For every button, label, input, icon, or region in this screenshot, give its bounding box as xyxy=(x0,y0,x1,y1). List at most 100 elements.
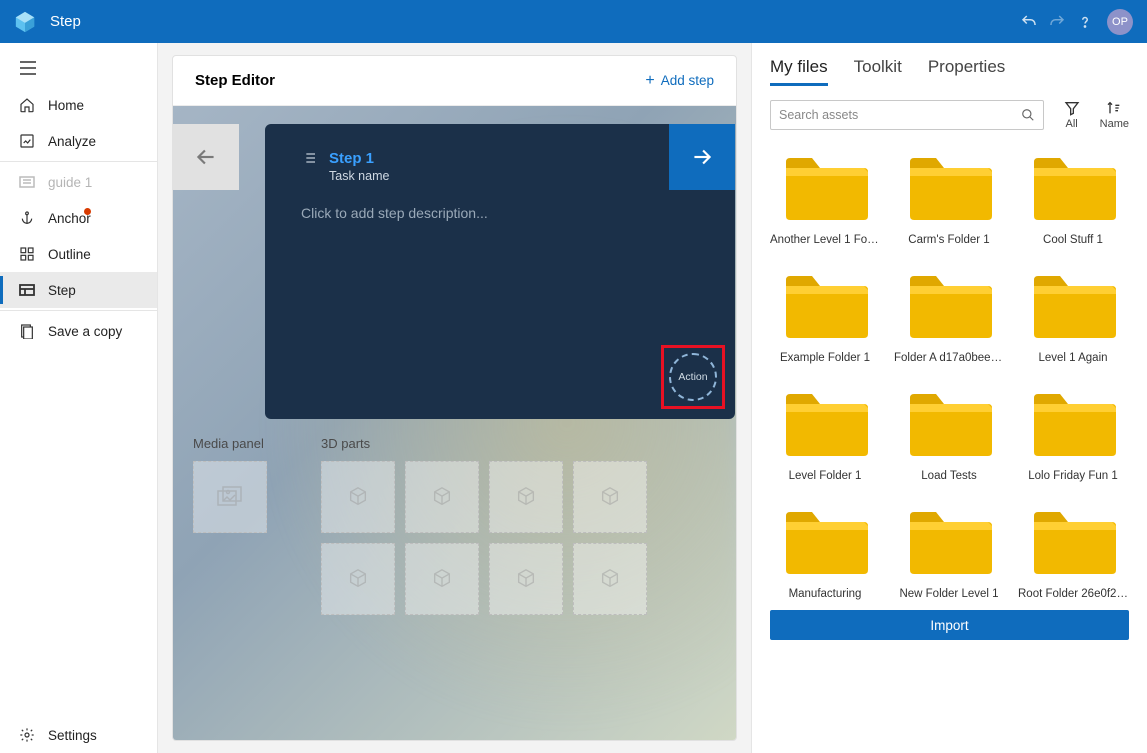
folder-item[interactable]: Example Folder 1 xyxy=(770,272,880,364)
step-icon xyxy=(18,281,36,299)
folder-item[interactable]: Manufacturing xyxy=(770,508,880,600)
sidebar-item-guide: guide 1 xyxy=(0,164,157,200)
folder-name: Cool Stuff 1 xyxy=(1043,234,1103,246)
filter-icon xyxy=(1064,100,1080,116)
folder-name: Level 1 Again xyxy=(1038,352,1107,364)
folder-item[interactable]: Folder A d17a0bee-d... xyxy=(894,272,1004,364)
sidebar-item-label: Save a copy xyxy=(48,324,122,339)
sidebar: Home Analyze guide 1 Anchor Outline Step… xyxy=(0,43,158,753)
parts-slot[interactable] xyxy=(321,543,395,615)
sidebar-item-label: Settings xyxy=(48,728,97,743)
import-button[interactable]: Import xyxy=(770,610,1129,640)
sort-icon xyxy=(1106,100,1122,116)
sidebar-item-label: guide 1 xyxy=(48,175,92,190)
home-icon xyxy=(18,96,36,114)
folder-name: Lolo Friday Fun 1 xyxy=(1028,470,1118,482)
add-step-label: Add step xyxy=(661,73,714,88)
search-input[interactable] xyxy=(770,100,1044,130)
folder-name: Another Level 1 Folder xyxy=(770,234,880,246)
action-label: Action xyxy=(678,371,707,383)
folder-name: Manufacturing xyxy=(789,588,862,600)
media-panel-label: Media panel xyxy=(193,436,267,451)
filter-label: All xyxy=(1066,118,1078,130)
parts-slot[interactable] xyxy=(489,543,563,615)
folder-name: Root Folder 26e0f22... xyxy=(1018,588,1128,600)
folder-item[interactable]: Level 1 Again xyxy=(1018,272,1128,364)
folder-name: Example Folder 1 xyxy=(780,352,870,364)
sidebar-item-label: Outline xyxy=(48,247,91,262)
parts-slot[interactable] xyxy=(573,543,647,615)
right-panel: My files Toolkit Properties All Name Ano… xyxy=(751,43,1147,753)
redo-icon[interactable] xyxy=(1043,8,1071,36)
folder-name: New Folder Level 1 xyxy=(899,588,998,600)
filter-all-button[interactable]: All xyxy=(1064,100,1080,130)
guide-icon xyxy=(18,173,36,191)
parts-slot[interactable] xyxy=(321,461,395,533)
sidebar-item-label: Step xyxy=(48,283,76,298)
editor-title: Step Editor xyxy=(195,72,275,89)
tab-properties[interactable]: Properties xyxy=(928,57,1005,86)
search-field[interactable] xyxy=(779,108,1021,122)
parts-slot[interactable] xyxy=(573,461,647,533)
notification-dot xyxy=(84,208,91,215)
anchor-icon xyxy=(18,209,36,227)
folder-item[interactable]: Level Folder 1 xyxy=(770,390,880,482)
undo-icon[interactable] xyxy=(1015,8,1043,36)
step-description-input[interactable]: Click to add step description... xyxy=(301,205,699,221)
step-card: Step 1 Task name Click to add step descr… xyxy=(265,124,735,419)
folder-item[interactable]: Lolo Friday Fun 1 xyxy=(1018,390,1128,482)
tabs-row: My files Toolkit Properties xyxy=(770,53,1129,94)
sort-label: Name xyxy=(1100,118,1129,130)
sidebar-item-label: Home xyxy=(48,98,84,113)
parts-panel-label: 3D parts xyxy=(321,436,647,451)
folder-item[interactable]: Another Level 1 Folder xyxy=(770,154,880,246)
folder-name: Level Folder 1 xyxy=(789,470,862,482)
action-drop-target[interactable]: Action xyxy=(661,345,725,409)
sort-name-button[interactable]: Name xyxy=(1100,100,1129,130)
help-icon[interactable] xyxy=(1071,8,1099,36)
app-logo-icon xyxy=(14,11,36,33)
parts-panel: 3D parts xyxy=(321,436,647,615)
search-icon xyxy=(1021,108,1035,122)
editor-header: Step Editor + Add step xyxy=(173,56,736,106)
app-title: Step xyxy=(50,13,81,30)
sidebar-item-anchor[interactable]: Anchor xyxy=(0,200,157,236)
plus-icon: + xyxy=(645,72,654,90)
folder-item[interactable]: Carm's Folder 1 xyxy=(894,154,1004,246)
folder-name: Carm's Folder 1 xyxy=(908,234,989,246)
folder-name: Folder A d17a0bee-d... xyxy=(894,352,1004,364)
sidebar-item-settings[interactable]: Settings xyxy=(0,717,157,753)
folder-item[interactable]: Root Folder 26e0f22... xyxy=(1018,508,1128,600)
add-step-button[interactable]: + Add step xyxy=(645,72,714,90)
avatar[interactable]: OP xyxy=(1107,9,1133,35)
folder-item[interactable]: New Folder Level 1 xyxy=(894,508,1004,600)
parts-slot[interactable] xyxy=(405,543,479,615)
task-name[interactable]: Task name xyxy=(329,169,389,183)
sidebar-item-step[interactable]: Step xyxy=(0,272,157,308)
tab-my-files[interactable]: My files xyxy=(770,57,828,86)
gear-icon xyxy=(18,726,36,744)
titlebar: Step OP xyxy=(0,0,1147,43)
sidebar-item-save[interactable]: Save a copy xyxy=(0,313,157,349)
sidebar-item-label: Analyze xyxy=(48,134,96,149)
prev-step-button[interactable] xyxy=(173,124,239,190)
tab-toolkit[interactable]: Toolkit xyxy=(854,57,902,86)
parts-slot[interactable] xyxy=(405,461,479,533)
media-panel: Media panel xyxy=(193,436,267,615)
folder-item[interactable]: Load Tests xyxy=(894,390,1004,482)
outline-icon xyxy=(18,245,36,263)
media-slot[interactable] xyxy=(193,461,267,533)
sidebar-item-home[interactable]: Home xyxy=(0,87,157,123)
next-step-button[interactable] xyxy=(669,124,735,190)
step-list-icon xyxy=(301,150,317,171)
sidebar-item-analyze[interactable]: Analyze xyxy=(0,123,157,159)
folder-item[interactable]: Cool Stuff 1 xyxy=(1018,154,1128,246)
hamburger-icon[interactable] xyxy=(0,49,157,87)
folder-name: Load Tests xyxy=(921,470,976,482)
step-title[interactable]: Step 1 xyxy=(329,150,389,167)
sidebar-item-outline[interactable]: Outline xyxy=(0,236,157,272)
analyze-icon xyxy=(18,132,36,150)
parts-slot[interactable] xyxy=(489,461,563,533)
editor-area: Step Editor + Add step xyxy=(158,43,751,753)
save-icon xyxy=(18,322,36,340)
